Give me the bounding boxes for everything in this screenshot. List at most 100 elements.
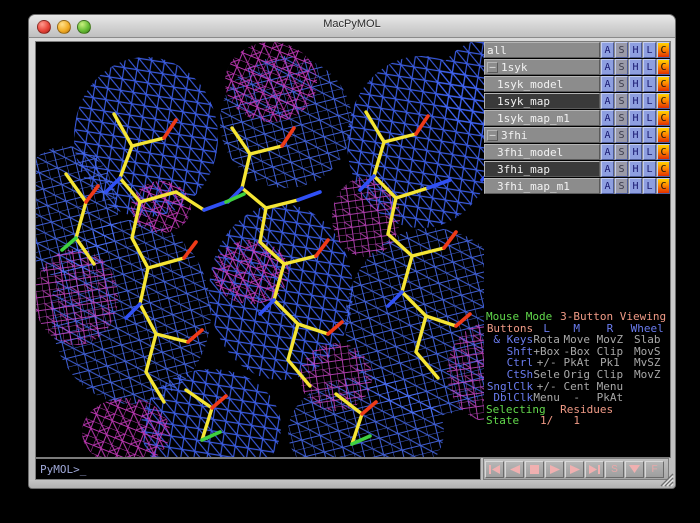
object-name-1syk_model[interactable]: 1syk_model bbox=[484, 76, 600, 92]
color-button[interactable]: C bbox=[657, 76, 670, 92]
label-button[interactable]: L bbox=[643, 178, 656, 194]
object-button-group: ASHLC bbox=[600, 161, 670, 177]
label-button[interactable]: L bbox=[643, 144, 656, 160]
object-name-1syk_map_m1[interactable]: 1syk_map_m1 bbox=[484, 110, 600, 126]
object-row[interactable]: 3fhi_mapASHLC bbox=[484, 161, 670, 177]
label-button[interactable]: L bbox=[643, 42, 656, 58]
step-forward-button[interactable] bbox=[565, 461, 584, 478]
action-button[interactable]: A bbox=[601, 178, 614, 194]
resize-grip[interactable] bbox=[658, 471, 674, 487]
modifier-key-label: CtSh bbox=[486, 369, 533, 381]
control-panel: allASHLC–1sykASHLC1syk_modelASHLC1syk_ma… bbox=[484, 42, 670, 457]
object-button-group: ASHLC bbox=[600, 76, 670, 92]
label-button[interactable]: L bbox=[643, 127, 656, 143]
object-label: 3fhi_model bbox=[497, 146, 563, 159]
label-button[interactable]: L bbox=[643, 59, 656, 75]
skip-forward-icon bbox=[589, 465, 600, 474]
mouse-mode-label: Mouse Mode bbox=[486, 311, 560, 323]
mouse-mode-panel: Mouse Mode 3-Button Viewing Buttons L M … bbox=[486, 311, 668, 427]
color-button[interactable]: C bbox=[657, 178, 670, 194]
label-button[interactable]: L bbox=[643, 161, 656, 177]
color-button[interactable]: C bbox=[657, 93, 670, 109]
object-name-3fhi_map_m1[interactable]: 3fhi_map_m1 bbox=[484, 178, 600, 194]
state-label: State bbox=[486, 415, 533, 427]
settings-button[interactable]: S bbox=[605, 461, 624, 478]
action-button[interactable]: A bbox=[601, 144, 614, 160]
hide-button[interactable]: H bbox=[629, 59, 642, 75]
command-line[interactable]: PyMOL>_ bbox=[35, 458, 481, 480]
movie-control-bar: SF bbox=[483, 458, 669, 480]
caret-down-icon bbox=[629, 465, 640, 473]
object-row[interactable]: 1syk_map ASHLC bbox=[484, 93, 670, 109]
show-button[interactable]: S bbox=[615, 144, 628, 160]
skip-back-icon bbox=[489, 465, 500, 474]
action-button[interactable]: A bbox=[601, 42, 614, 58]
object-row[interactable]: –3fhiASHLC bbox=[484, 127, 670, 143]
hide-button[interactable]: H bbox=[629, 76, 642, 92]
show-button[interactable]: S bbox=[615, 110, 628, 126]
object-name-3fhi_map[interactable]: 3fhi_map bbox=[484, 161, 600, 177]
action-button[interactable]: A bbox=[601, 110, 614, 126]
collapse-toggle-icon[interactable]: – bbox=[487, 130, 498, 141]
state-current: 1/ bbox=[533, 415, 560, 427]
label-button[interactable]: L bbox=[643, 76, 656, 92]
object-name-1syk_map[interactable]: 1syk_map bbox=[484, 93, 600, 109]
object-button-group: ASHLC bbox=[600, 42, 670, 58]
object-row[interactable]: –1sykASHLC bbox=[484, 59, 670, 75]
object-name-1syk[interactable]: –1syk bbox=[484, 59, 600, 75]
hide-button[interactable]: H bbox=[629, 110, 642, 126]
mouse-mode-value[interactable]: 3-Button Viewing bbox=[560, 311, 668, 323]
object-label: 1syk_map_m1 bbox=[497, 112, 570, 125]
object-name-all[interactable]: all bbox=[484, 42, 600, 58]
color-button[interactable]: C bbox=[657, 127, 670, 143]
collapse-toggle-icon[interactable]: – bbox=[487, 62, 498, 73]
play-forward-icon bbox=[570, 465, 580, 474]
object-button-group: ASHLC bbox=[600, 93, 670, 109]
hide-button[interactable]: H bbox=[629, 144, 642, 160]
action-button[interactable]: A bbox=[601, 59, 614, 75]
show-button[interactable]: S bbox=[615, 59, 628, 75]
window-footer bbox=[29, 480, 675, 488]
object-name-3fhi_model[interactable]: 3fhi_model bbox=[484, 144, 600, 160]
object-label: 1syk_map bbox=[497, 95, 550, 108]
color-button[interactable]: C bbox=[657, 161, 670, 177]
action-button[interactable]: A bbox=[601, 76, 614, 92]
hide-button[interactable]: H bbox=[629, 178, 642, 194]
hide-button[interactable]: H bbox=[629, 93, 642, 109]
object-label: all bbox=[487, 44, 507, 57]
go-to-end-button[interactable] bbox=[585, 461, 604, 478]
wheel-binding: MovZ bbox=[626, 369, 668, 381]
play-button[interactable] bbox=[545, 461, 564, 478]
menu-button[interactable] bbox=[625, 461, 644, 478]
color-button[interactable]: C bbox=[657, 144, 670, 160]
left-binding: Sele bbox=[533, 369, 560, 381]
color-button[interactable]: C bbox=[657, 110, 670, 126]
show-button[interactable]: S bbox=[615, 161, 628, 177]
object-row[interactable]: 1syk_modelASHLC bbox=[484, 76, 670, 92]
show-button[interactable]: S bbox=[615, 76, 628, 92]
color-button[interactable]: C bbox=[657, 59, 670, 75]
label-button[interactable]: L bbox=[643, 93, 656, 109]
hide-button[interactable]: H bbox=[629, 127, 642, 143]
object-row[interactable]: 3fhi_map_m1ASHLC bbox=[484, 178, 670, 194]
show-button[interactable]: S bbox=[615, 93, 628, 109]
label-button[interactable]: L bbox=[643, 110, 656, 126]
object-row[interactable]: all ASHLC bbox=[484, 42, 670, 58]
object-row[interactable]: 3fhi_model ASHLC bbox=[484, 144, 670, 160]
go-to-start-button[interactable] bbox=[485, 461, 504, 478]
hide-button[interactable]: H bbox=[629, 161, 642, 177]
object-row[interactable]: 1syk_map_m1 ASHLC bbox=[484, 110, 670, 126]
show-button[interactable]: S bbox=[615, 42, 628, 58]
action-button[interactable]: A bbox=[601, 93, 614, 109]
hide-button[interactable]: H bbox=[629, 42, 642, 58]
action-button[interactable]: A bbox=[601, 127, 614, 143]
show-button[interactable]: S bbox=[615, 127, 628, 143]
action-button[interactable]: A bbox=[601, 161, 614, 177]
middle-binding: Orig bbox=[560, 369, 593, 381]
object-button-group: ASHLC bbox=[600, 144, 670, 160]
color-button[interactable]: C bbox=[657, 42, 670, 58]
object-name-3fhi[interactable]: –3fhi bbox=[484, 127, 600, 143]
show-button[interactable]: S bbox=[615, 178, 628, 194]
step-back-button[interactable] bbox=[505, 461, 524, 478]
stop-button[interactable] bbox=[525, 461, 544, 478]
